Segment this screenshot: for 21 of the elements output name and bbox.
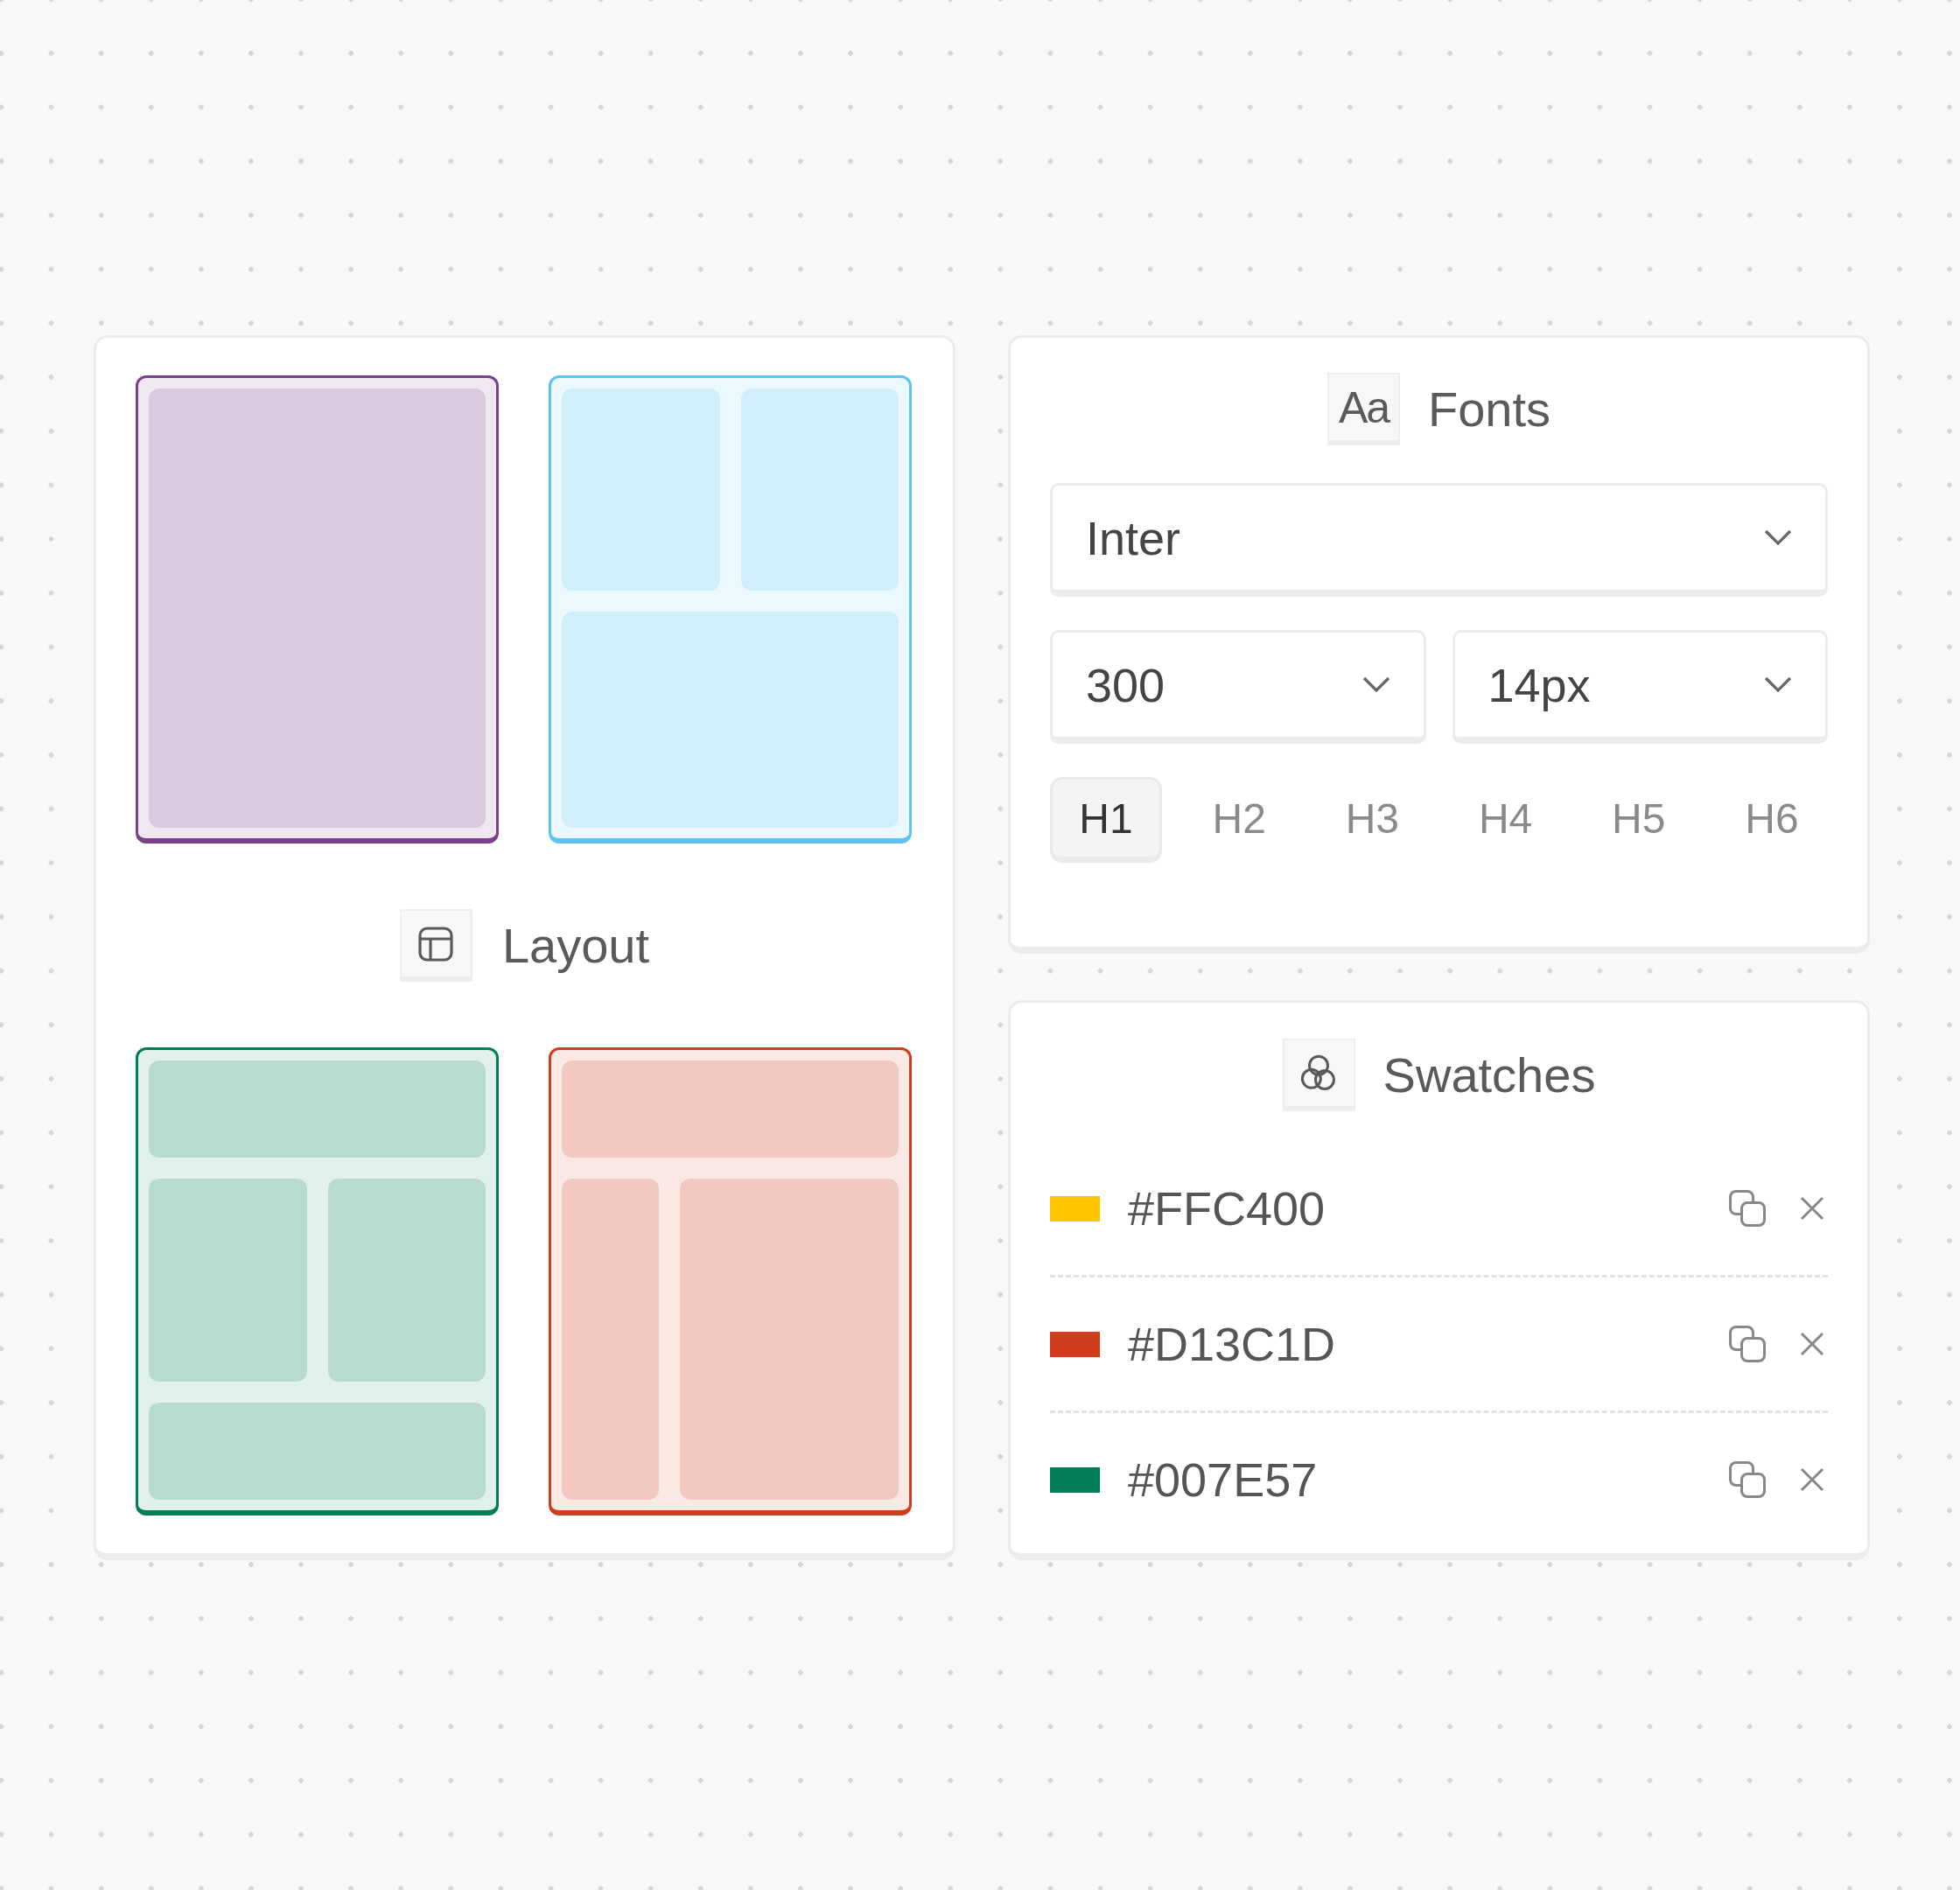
hex-code: #D13C1D bbox=[1128, 1317, 1337, 1371]
font-size-select[interactable]: 14px bbox=[1452, 630, 1828, 744]
circles-icon bbox=[1282, 1039, 1355, 1111]
heading-tab[interactable]: H5 bbox=[1582, 777, 1695, 863]
heading-tab[interactable]: H4 bbox=[1449, 777, 1562, 863]
font-weight-select[interactable]: 300 bbox=[1050, 630, 1426, 744]
layout-icon bbox=[399, 909, 472, 982]
font-icon: Aa bbox=[1326, 373, 1400, 445]
hex-code: #FFC400 bbox=[1128, 1181, 1326, 1236]
section-title: Layout bbox=[501, 917, 650, 974]
layout-preview[interactable] bbox=[136, 375, 499, 844]
heading-tab[interactable]: H3 bbox=[1316, 777, 1429, 863]
hex-code: #007E57 bbox=[1128, 1452, 1319, 1507]
section-title: Fonts bbox=[1427, 381, 1551, 438]
font-family-select[interactable]: Inter bbox=[1050, 483, 1828, 597]
heading-tab[interactable]: H6 bbox=[1715, 777, 1828, 863]
section-title: Swatches bbox=[1382, 1046, 1596, 1103]
layout-preview[interactable] bbox=[549, 1047, 912, 1516]
heading-tab[interactable]: H1 bbox=[1050, 777, 1162, 863]
heading-tab[interactable]: H2 bbox=[1183, 777, 1296, 863]
layout-preview[interactable] bbox=[136, 1047, 499, 1516]
